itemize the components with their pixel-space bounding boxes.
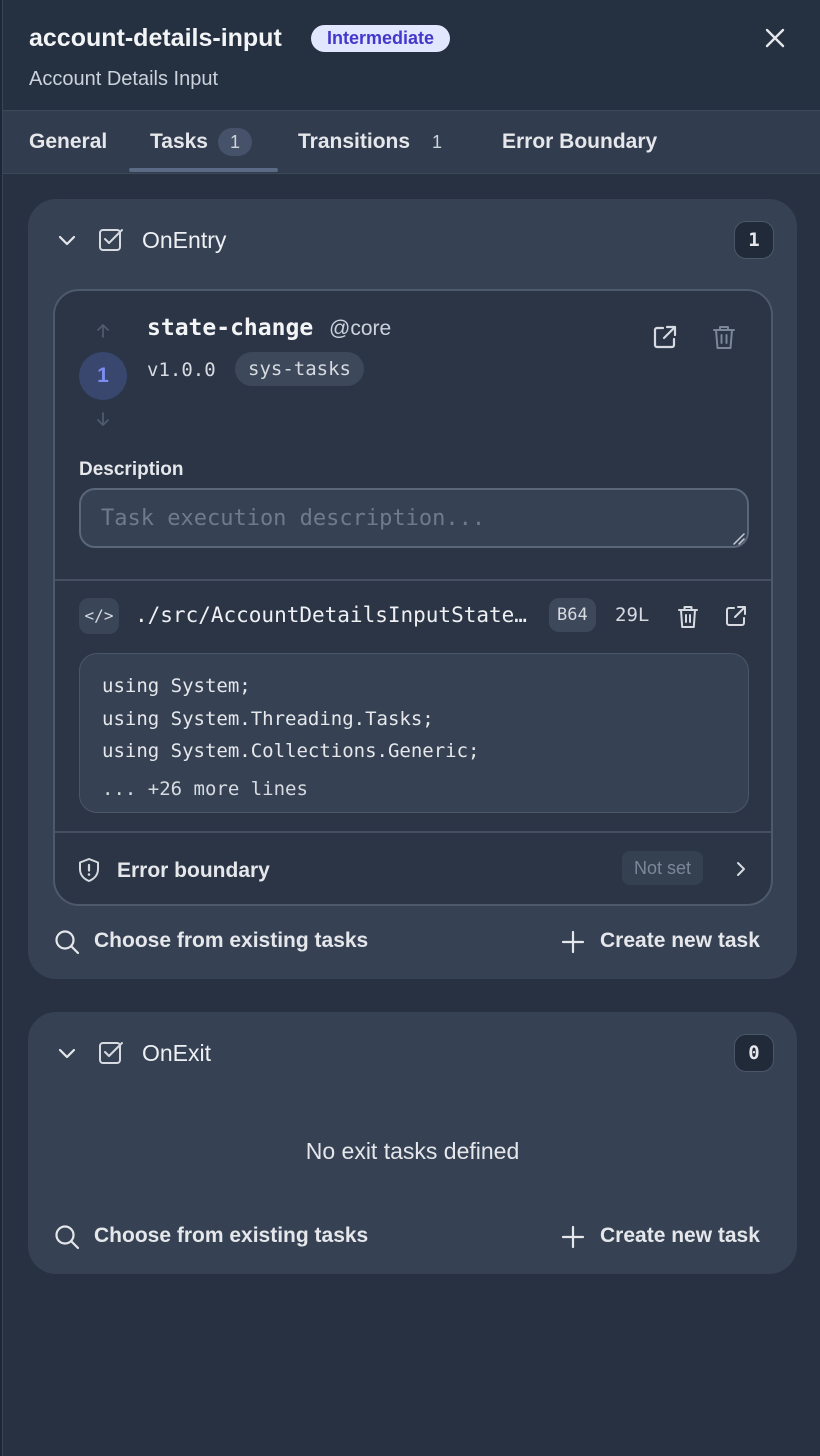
search-icon xyxy=(55,930,80,955)
external-link-icon[interactable] xyxy=(651,323,679,351)
script-file-path[interactable]: ./src/AccountDetailsInputStateChange.csx xyxy=(135,603,539,627)
trash-icon[interactable] xyxy=(676,604,700,630)
task-card: 1 state-change @core v1.0.0 sys-tasks De… xyxy=(53,289,773,906)
plus-icon xyxy=(561,930,585,954)
choose-existing-label: Choose from existing tasks xyxy=(94,929,369,952)
active-tab-indicator xyxy=(129,168,278,172)
section-count-badge: 1 xyxy=(734,221,774,259)
on-entry-section: OnEntry 1 1 state-change @core v1.0.0 sy… xyxy=(28,199,797,979)
tab-tasks[interactable]: Tasks 1 xyxy=(150,111,252,174)
description-input[interactable] xyxy=(79,488,749,548)
section-actions: Choose from existing tasks Create new ta… xyxy=(28,917,797,961)
section-header[interactable]: OnExit 0 xyxy=(28,1012,797,1094)
tab-label: General xyxy=(29,130,108,153)
plus-icon xyxy=(561,1225,585,1249)
code-preview[interactable]: using System; using System.Threading.Tas… xyxy=(79,653,749,813)
section-count-badge: 0 xyxy=(734,1034,774,1072)
task-domain-tag: sys-tasks xyxy=(235,352,364,386)
chevron-right-icon xyxy=(737,862,745,876)
error-boundary-label: Error boundary xyxy=(117,859,270,882)
checkbox-check-icon xyxy=(99,229,123,251)
create-new-label: Create new task xyxy=(600,929,760,952)
state-details-panel: account-details-input Intermediate Accou… xyxy=(2,0,820,1456)
close-icon[interactable] xyxy=(761,24,789,52)
code-line: using System; xyxy=(102,675,251,697)
tab-error-boundary[interactable]: Error Boundary xyxy=(502,111,657,174)
tab-label: Tasks xyxy=(150,130,208,153)
tab-bar: General Tasks 1 Transitions 1 Error Bounda… xyxy=(3,110,820,174)
section-header[interactable]: OnEntry 1 xyxy=(28,199,797,281)
description-label: Description xyxy=(79,459,184,480)
choose-existing-label: Choose from existing tasks xyxy=(94,1224,369,1247)
task-namespace: @core xyxy=(329,317,392,340)
search-icon xyxy=(55,1225,80,1250)
code-icon: </> xyxy=(79,598,119,634)
empty-state-text: No exit tasks defined xyxy=(305,1138,520,1164)
section-title: OnExit xyxy=(142,1040,212,1066)
arrow-down-icon[interactable] xyxy=(93,409,113,429)
chevron-down-icon[interactable] xyxy=(56,1042,78,1064)
section-actions: Choose from existing tasks Create new ta… xyxy=(28,1212,797,1256)
external-link-icon[interactable] xyxy=(724,604,748,628)
resize-grip-icon[interactable] xyxy=(731,531,745,545)
level-badge: Intermediate xyxy=(311,25,451,52)
code-line: using System.Collections.Generic; xyxy=(102,740,480,762)
section-title: OnEntry xyxy=(142,227,227,253)
checkbox-check-icon xyxy=(99,1042,123,1064)
script-file-row: </> ./src/AccountDetailsInputStateChange… xyxy=(55,581,771,651)
error-boundary-row[interactable]: Error boundary Not set xyxy=(55,833,771,904)
tab-transitions[interactable]: Transitions 1 xyxy=(298,111,454,174)
tab-count-badge: 1 xyxy=(432,132,443,152)
task-order-number: 1 xyxy=(79,352,127,400)
tab-label: Error Boundary xyxy=(502,130,658,153)
code-line: using System.Threading.Tasks; xyxy=(102,707,434,730)
line-count: 29L xyxy=(615,604,650,626)
encoding-badge: B64 xyxy=(549,598,596,632)
tab-label: Transitions xyxy=(298,130,411,153)
state-title: account-details-input xyxy=(29,24,282,52)
arrow-up-icon[interactable] xyxy=(93,321,113,341)
tab-general[interactable]: General xyxy=(29,111,107,174)
create-new-label: Create new task xyxy=(600,1224,760,1247)
state-subtitle: Account Details Input xyxy=(29,68,218,90)
on-exit-section: OnExit 0 No exit tasks defined Choose fr… xyxy=(28,1012,797,1274)
task-name: state-change xyxy=(147,315,314,341)
trash-icon[interactable] xyxy=(711,323,737,351)
shield-alert-icon xyxy=(79,858,99,882)
tab-count-badge: 1 xyxy=(218,128,252,156)
panel-header: account-details-input Intermediate Accou… xyxy=(3,0,820,110)
task-version: v1.0.0 xyxy=(147,359,216,381)
code-more-lines: ... +26 more lines xyxy=(102,777,308,800)
error-boundary-status: Not set xyxy=(622,851,704,885)
chevron-down-icon[interactable] xyxy=(56,229,78,251)
